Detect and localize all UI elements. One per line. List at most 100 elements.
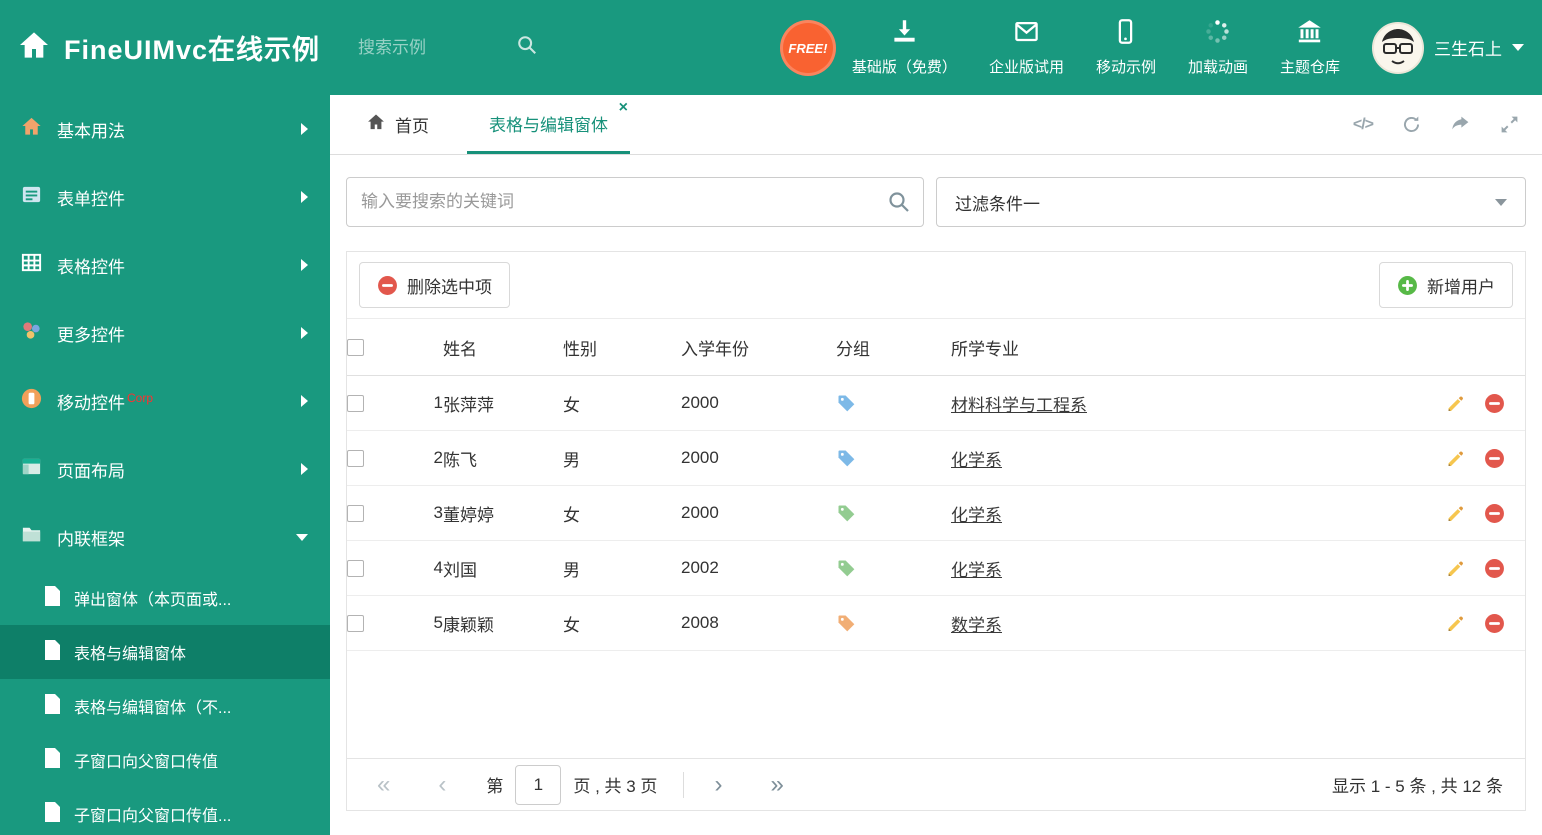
major-link[interactable]: 化学系 [951, 506, 1002, 525]
nav-item-enterprise-trial[interactable]: 企业版试用 [989, 18, 1064, 77]
edit-icon[interactable] [1445, 393, 1466, 414]
sidebar-item-page-layout[interactable]: 页面布局 [0, 435, 330, 503]
home-icon [20, 115, 43, 143]
tab-label: 首页 [395, 117, 429, 136]
header-search-input[interactable] [356, 36, 507, 59]
sidebar-item-mobile-controls[interactable]: 移动控件 Corp [0, 367, 330, 435]
layout-icon [20, 455, 43, 483]
nav-item-basic-free[interactable]: 基础版（免费） [852, 18, 957, 77]
sidebar-subitem-child-to-parent-2[interactable]: 子窗口向父窗口传值... [0, 787, 330, 835]
app-header: FineUIMvc在线示例 FREE! 基础版（免费） 企业版试用 [0, 0, 1542, 95]
free-badge: FREE! [779, 20, 836, 76]
nav-item-mobile-demo[interactable]: 移动示例 [1096, 18, 1156, 77]
main-area: 首页 表格与编辑窗体 × </> 输入要搜索的关键词 过滤条件一 删除选中项 新… [330, 95, 1542, 835]
file-icon [44, 585, 61, 611]
tab-close-icon[interactable]: × [619, 100, 628, 116]
nav-item-loading-anim[interactable]: 加载动画 [1188, 18, 1248, 77]
cell-year: 2002 [681, 540, 836, 596]
sidebar-item-iframe[interactable]: 内联框架 [0, 503, 330, 571]
major-link[interactable]: 数学系 [951, 616, 1002, 635]
minus-circle-icon [378, 275, 397, 295]
delete-selected-label: 删除选中项 [407, 277, 492, 297]
nav-item-theme-store[interactable]: 主题仓库 [1280, 18, 1340, 77]
cell-name: 陈飞 [443, 430, 563, 486]
cell-name: 刘国 [443, 540, 563, 596]
row-checkbox[interactable] [347, 560, 364, 578]
delete-icon[interactable] [1484, 558, 1505, 579]
nav-item-label: 移动示例 [1095, 59, 1156, 76]
keyword-search [346, 177, 924, 227]
delete-icon[interactable] [1484, 393, 1505, 414]
user-menu[interactable]: 三生石上 [1372, 21, 1524, 74]
add-user-button[interactable]: 新增用户 [1379, 262, 1513, 308]
sidebar-item-label: 基本用法 [57, 121, 125, 141]
page-number-input[interactable] [515, 764, 562, 805]
tab-grid-edit-window[interactable]: 表格与编辑窗体 × [467, 95, 630, 154]
edit-icon[interactable] [1445, 613, 1466, 634]
row-number: 3 [393, 485, 443, 541]
pagination-bar: « ‹ 第 页 , 共 3 页 › » 显示 1 - 5 条 , 共 12 条 [347, 758, 1525, 810]
delete-icon[interactable] [1484, 448, 1505, 469]
column-header-gender[interactable]: 性别 [563, 318, 681, 376]
tag-icon [836, 503, 856, 523]
sidebar-item-label: 表格控件 [57, 257, 125, 277]
edit-icon[interactable] [1445, 503, 1466, 524]
row-checkbox[interactable] [347, 505, 364, 523]
column-header-year[interactable]: 入学年份 [681, 318, 836, 376]
search-icon[interactable] [506, 34, 538, 61]
row-checkbox[interactable] [347, 395, 364, 413]
tag-icon [836, 448, 856, 468]
major-link[interactable]: 材料科学与工程系 [951, 396, 1087, 415]
first-page-icon[interactable]: « [377, 772, 390, 797]
refresh-icon[interactable] [1401, 114, 1422, 135]
sidebar-item-grid-controls[interactable]: 表格控件 [0, 231, 330, 299]
tab-bar: 首页 表格与编辑窗体 × </> [330, 95, 1542, 155]
app: FineUIMvc在线示例 FREE! 基础版（免费） 企业版试用 [0, 0, 1542, 835]
prev-page-icon[interactable]: ‹ [438, 772, 446, 797]
major-link[interactable]: 化学系 [951, 451, 1002, 470]
chevron-right-icon [301, 259, 308, 271]
iframe-icon [20, 523, 43, 551]
row-number: 4 [393, 540, 443, 596]
filter-dropdown[interactable]: 过滤条件一 [936, 177, 1526, 227]
sidebar-subitem-label: 表格与编辑窗体 [74, 646, 187, 663]
sidebar-item-form-controls[interactable]: 表单控件 [0, 163, 330, 231]
delete-icon[interactable] [1484, 613, 1505, 634]
edit-icon[interactable] [1445, 558, 1466, 579]
sidebar-item-more-controls[interactable]: 更多控件 [0, 299, 330, 367]
keyword-search-input[interactable] [346, 177, 924, 227]
table-row: 2 陈飞 男 2000 化学系 [347, 430, 1525, 486]
last-page-icon[interactable]: » [770, 772, 783, 797]
column-header-major[interactable]: 所学专业 [951, 318, 1405, 376]
sidebar-item-label: 移动控件 Corp [57, 390, 154, 413]
table-row: 5 康颖颖 女 2008 数学系 [347, 595, 1525, 651]
delete-icon[interactable] [1484, 503, 1505, 524]
edit-icon[interactable] [1445, 448, 1466, 469]
table-row: 3 董婷婷 女 2000 化学系 [347, 485, 1525, 541]
open-new-window-icon[interactable] [1450, 114, 1471, 135]
nav-item-label: 企业版试用 [988, 59, 1064, 76]
sidebar-subitem-child-to-parent[interactable]: 子窗口向父窗口传值 [0, 733, 330, 787]
file-icon [44, 693, 61, 719]
sidebar-item-basic-usage[interactable]: 基本用法 [0, 95, 330, 163]
fullscreen-icon[interactable] [1499, 114, 1520, 135]
delete-selected-button[interactable]: 删除选中项 [359, 262, 510, 308]
sidebar-subitem-grid-edit-window-2[interactable]: 表格与编辑窗体（不... [0, 679, 330, 733]
column-header-name[interactable]: 姓名 [443, 318, 563, 376]
sidebar-subitem-grid-edit-window[interactable]: 表格与编辑窗体 [0, 625, 330, 679]
tab-home[interactable]: 首页 [344, 95, 451, 154]
sidebar-subitem-popup-window[interactable]: 弹出窗体（本页面或... [0, 571, 330, 625]
tag-icon [836, 393, 856, 413]
column-header-group[interactable]: 分组 [836, 318, 951, 376]
row-checkbox[interactable] [347, 615, 364, 633]
sidebar-subitem-label: 子窗口向父窗口传值 [74, 754, 219, 771]
plus-circle-icon [1398, 275, 1417, 295]
row-checkbox[interactable] [347, 450, 364, 468]
major-link[interactable]: 化学系 [951, 561, 1002, 580]
home-icon[interactable] [18, 29, 50, 66]
search-icon[interactable] [887, 190, 911, 214]
next-page-icon[interactable]: › [714, 772, 722, 797]
source-code-icon[interactable]: </> [1353, 116, 1374, 134]
select-all-checkbox[interactable] [347, 339, 364, 357]
cell-gender: 女 [563, 485, 681, 541]
